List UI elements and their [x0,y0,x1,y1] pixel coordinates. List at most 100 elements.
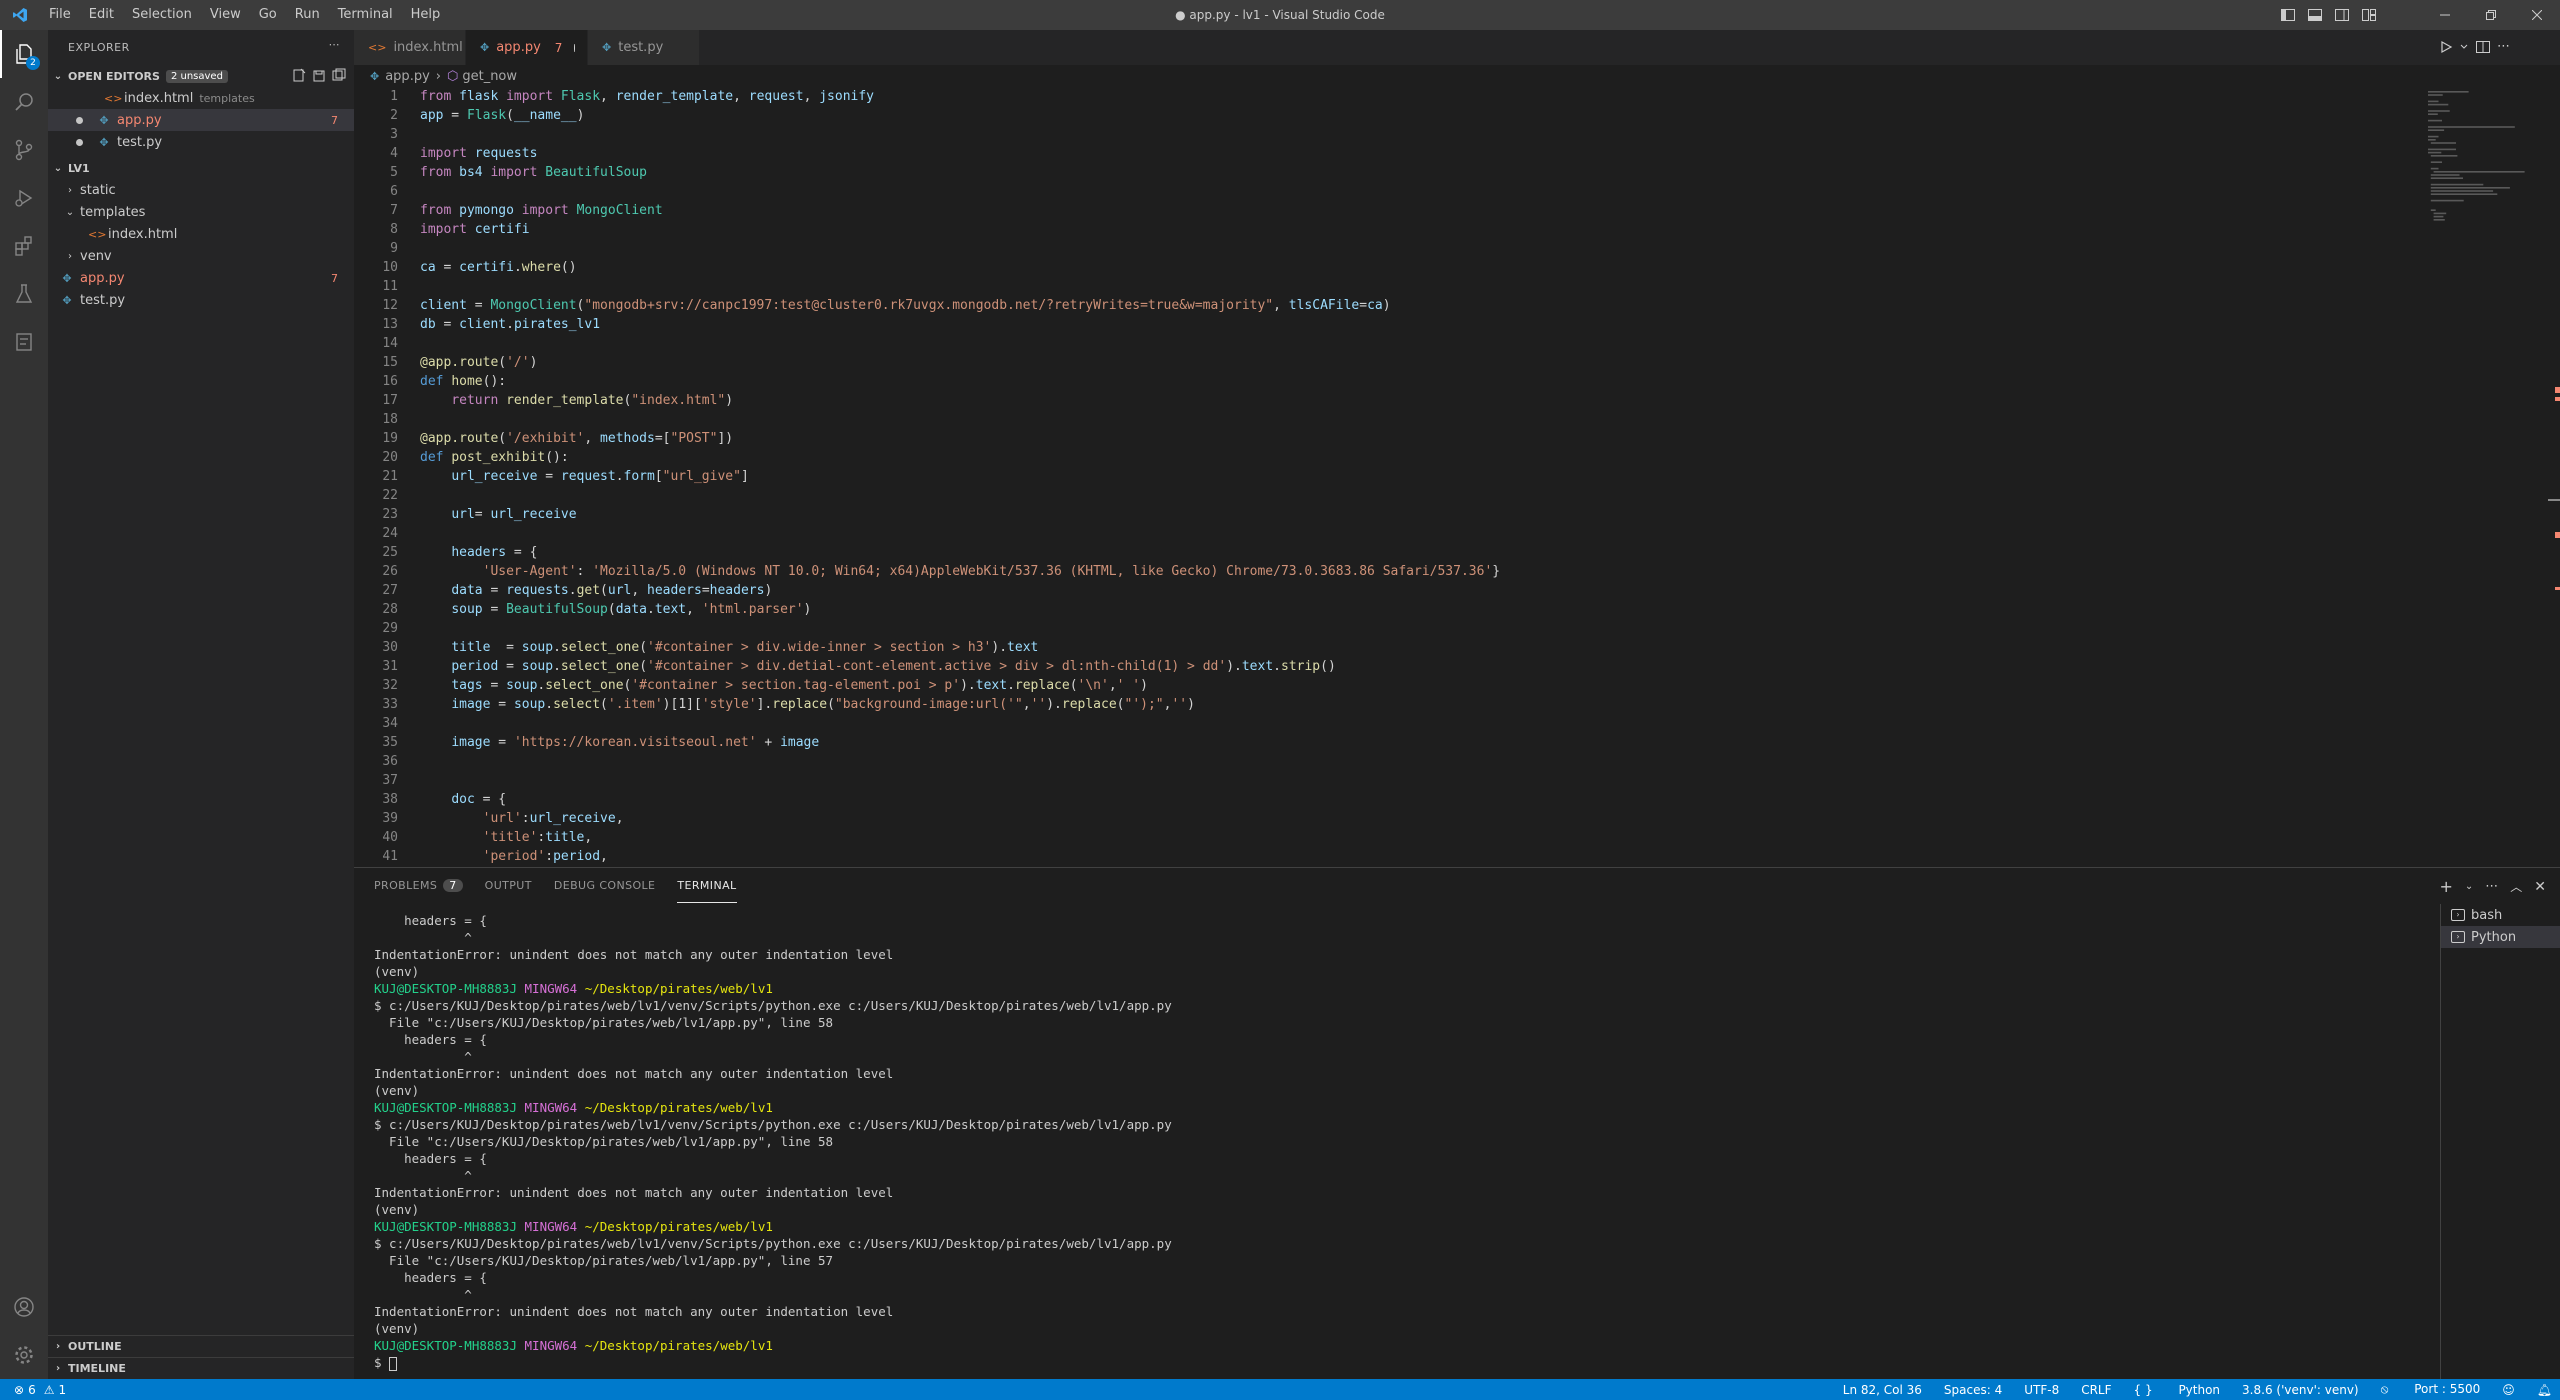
code-line[interactable]: 37 [354,771,2560,790]
search-icon[interactable] [0,78,48,126]
close-all-icon[interactable] [332,68,346,82]
code-line[interactable]: 39 'url':url_receive, [354,809,2560,828]
terminal-item-bash[interactable]: › bash [2441,904,2560,926]
code-line[interactable]: 3 [354,125,2560,144]
tree-file-app-py[interactable]: ✥ app.py 7 [48,267,354,289]
minimize-icon[interactable] [2422,0,2468,30]
editor-more-actions-icon[interactable]: ⋯ [2497,39,2510,54]
code-line[interactable]: 9 [354,239,2560,258]
open-editor-item[interactable]: ✥ app.py 7 [48,109,354,131]
close-window-icon[interactable] [2514,0,2560,30]
code-line[interactable]: 8 import certifi [354,220,2560,239]
code-line[interactable]: 32 tags = soup.select_one('#container > … [354,676,2560,695]
tab-output[interactable]: OUTPUT [485,868,532,903]
tab-app-py[interactable]: ✥ app.py 7 [466,30,588,65]
code-line[interactable]: 14 [354,334,2560,353]
tree-folder-venv[interactable]: › venv [48,245,354,267]
maximize-panel-chevron-up-icon[interactable]: ︿ [2510,878,2522,895]
outline-section[interactable]: › OUTLINE [48,1335,354,1357]
encoding[interactable]: UTF-8 [2024,1383,2059,1397]
menu-go[interactable]: Go [250,0,286,30]
code-line[interactable]: 29 [354,619,2560,638]
code-line[interactable]: 2 app = Flask(__name__) [354,106,2560,125]
code-line[interactable]: 27 data = requests.get(url, headers=head… [354,581,2560,600]
feedback-icon[interactable]: ☺ [2502,1383,2515,1397]
toggle-secondary-sidebar-icon[interactable] [2328,0,2355,30]
code-line[interactable]: 6 [354,182,2560,201]
code-lines[interactable]: 1 from flask import Flask, render_templat… [354,87,2560,866]
extensions-icon[interactable] [0,222,48,270]
new-untitled-file-icon[interactable] [292,68,306,82]
code-line[interactable]: 16 def home(): [354,372,2560,391]
code-line[interactable]: 40 'title':title, [354,828,2560,847]
testing-flask-icon[interactable] [0,270,48,318]
code-line[interactable]: 36 [354,752,2560,771]
menu-help[interactable]: Help [402,0,450,30]
run-python-file-icon[interactable] [2439,40,2453,54]
code-line[interactable]: 38 doc = { [354,790,2560,809]
code-line[interactable]: 13 db = client.pirates_lv1 [354,315,2560,334]
code-line[interactable]: 10 ca = certifi.where() [354,258,2560,277]
code-line[interactable]: 4 import requests [354,144,2560,163]
code-line[interactable]: 12 client = MongoClient("mongodb+srv://ca… [354,296,2560,315]
remote-explorer-icon[interactable] [0,318,48,366]
settings-gear-icon[interactable] [0,1331,48,1379]
tree-file-test-py[interactable]: ✥ test.py [48,289,354,311]
code-editor[interactable]: 1 from flask import Flask, render_templat… [354,87,2560,867]
breadcrumb-file[interactable]: app.py [385,69,430,84]
code-line[interactable]: 34 [354,714,2560,733]
source-control-icon[interactable] [0,126,48,174]
code-line[interactable]: 1 from flask import Flask, render_templat… [354,87,2560,106]
code-line[interactable]: 35 image = 'https://korean.visitseoul.ne… [354,733,2560,752]
menu-edit[interactable]: Edit [80,0,123,30]
toggle-sidebar-icon[interactable] [2274,0,2301,30]
code-line[interactable]: 30 title = soup.select_one('#container >… [354,638,2560,657]
cursor-position[interactable]: Ln 82, Col 36 [1843,1383,1922,1397]
code-line[interactable]: 24 [354,524,2560,543]
terminal-output[interactable]: headers = { ^ IndentationError: unindent … [374,912,2434,1372]
open-editors-section[interactable]: ⌄ OPEN EDITORS 2 unsaved [48,65,354,87]
code-line[interactable]: 23 url= url_receive [354,505,2560,524]
code-line[interactable]: 17 return render_template("index.html") [354,391,2560,410]
customize-layout-icon[interactable] [2355,0,2382,30]
tab-problems[interactable]: PROBLEMS 7 [374,868,463,903]
live-server-port[interactable]: ⦸ Port : 5500 [2381,1382,2481,1397]
panel-more-actions-icon[interactable]: ⋯ [2485,879,2498,894]
run-debug-icon[interactable] [0,174,48,222]
open-editor-item[interactable]: <> index.html templates [48,87,354,109]
code-line[interactable]: 7 from pymongo import MongoClient [354,201,2560,220]
tree-folder-static[interactable]: › static [48,179,354,201]
menu-selection[interactable]: Selection [123,0,201,30]
split-editor-icon[interactable] [2475,40,2491,54]
save-all-icon[interactable] [312,68,326,82]
code-line[interactable]: 18 [354,410,2560,429]
close-panel-icon[interactable]: ✕ [2534,879,2546,895]
code-line[interactable]: 25 headers = { [354,543,2560,562]
minimap[interactable] [2426,87,2546,387]
code-line[interactable]: 26 'User-Agent': 'Mozilla/5.0 (Windows N… [354,562,2560,581]
notifications-bell-icon[interactable]: 🔔︎ [2537,1383,2552,1397]
new-terminal-icon[interactable]: + [2439,877,2452,896]
account-icon[interactable] [0,1283,48,1331]
terminal-item-python[interactable]: › Python [2441,926,2560,948]
python-interpreter[interactable]: 3.8.6 ('venv': venv) [2242,1383,2359,1397]
editor-scrollbar[interactable] [2546,87,2560,867]
code-line[interactable]: 5 from bs4 import BeautifulSoup [354,163,2560,182]
code-line[interactable]: 28 soup = BeautifulSoup(data.text, 'html… [354,600,2560,619]
workspace-section[interactable]: ⌄ LV1 [48,157,354,179]
tree-folder-templates[interactable]: ⌄ templates [48,201,354,223]
terminal-dropdown-chevron-icon[interactable]: ⌄ [2465,881,2473,892]
code-line[interactable]: 21 url_receive = request.form["url_give"… [354,467,2560,486]
tree-file-index-html[interactable]: <> index.html [48,223,354,245]
menu-view[interactable]: View [201,0,250,30]
code-line[interactable]: 22 [354,486,2560,505]
tab-test-py[interactable]: ✥ test.py [588,30,700,65]
line-endings[interactable]: CRLF [2081,1383,2111,1397]
menu-file[interactable]: File [40,0,80,30]
code-line[interactable]: 31 period = soup.select_one('#container … [354,657,2560,676]
tab-index-html[interactable]: <> index.html [354,30,466,65]
breadcrumb-symbol[interactable]: get_now [462,69,517,84]
code-line[interactable]: 15 @app.route('/') [354,353,2560,372]
problems-status[interactable]: ⊗ 6 ⚠ 1 [0,1383,66,1397]
code-line[interactable]: 19 @app.route('/exhibit', methods=["POST"… [354,429,2560,448]
